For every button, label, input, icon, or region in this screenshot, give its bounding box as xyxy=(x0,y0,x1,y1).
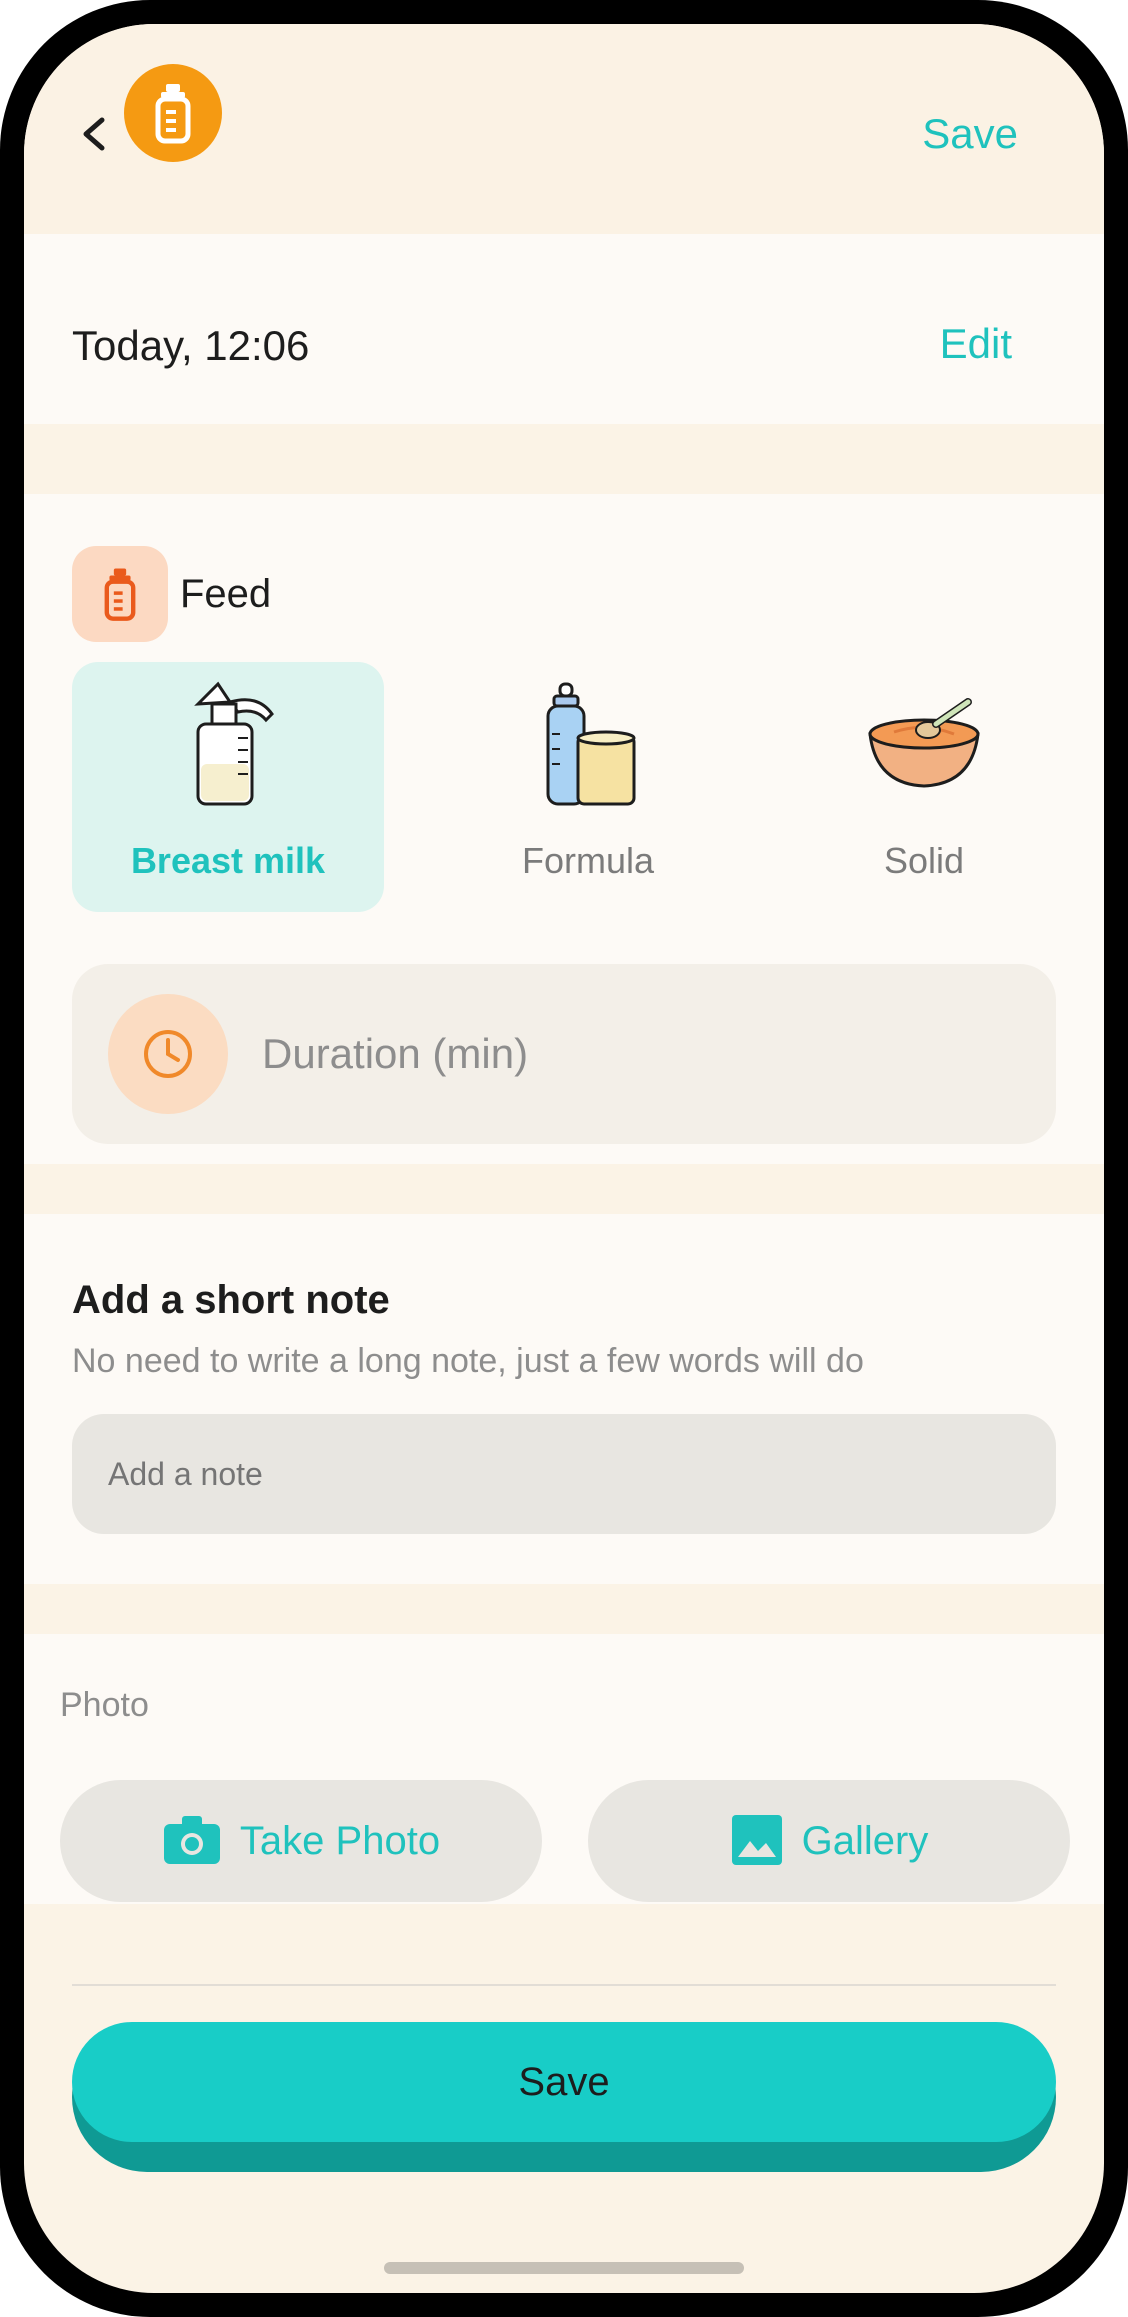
camera-icon xyxy=(162,1814,222,1869)
take-photo-button[interactable]: Take Photo xyxy=(60,1780,542,1902)
gallery-button[interactable]: Gallery xyxy=(588,1780,1070,1902)
datetime-card: Today, 12:06 Edit xyxy=(24,234,1104,424)
header-save-button[interactable]: Save xyxy=(922,110,1018,158)
feed-type-solid[interactable]: Solid xyxy=(768,662,1080,912)
feed-card: Feed Breast milk Formula Solid Duration … xyxy=(24,494,1104,1164)
feed-type-label: Breast milk xyxy=(130,840,326,881)
image-icon xyxy=(730,1813,784,1870)
screen: Save Today, 12:06 Edit Feed Breast milk … xyxy=(24,24,1104,2293)
note-card: Add a short note No need to write a long… xyxy=(24,1214,1104,1584)
entry-datetime: Today, 12:06 xyxy=(72,322,310,369)
baby-bottle-icon xyxy=(72,546,168,642)
duration-placeholder: Duration (min) xyxy=(262,1030,529,1077)
gallery-label: Gallery xyxy=(801,1818,929,1863)
breast-pump-icon xyxy=(72,674,384,824)
bowl-icon xyxy=(768,674,1080,824)
take-photo-label: Take Photo xyxy=(239,1818,441,1863)
save-button-label: Save xyxy=(72,2022,1056,2142)
divider xyxy=(72,1984,1056,1986)
home-indicator xyxy=(384,2262,744,2274)
header: Save xyxy=(24,24,1104,234)
note-title: Add a short note xyxy=(72,1278,390,1322)
feed-type-formula[interactable]: Formula xyxy=(432,662,744,912)
photo-label: Photo xyxy=(60,1686,149,1724)
save-button[interactable]: Save xyxy=(72,2022,1056,2172)
baby-bottle-icon xyxy=(124,64,222,162)
feed-type-label: Solid xyxy=(883,840,965,881)
note-input[interactable] xyxy=(72,1414,1056,1534)
feed-type-breast-milk[interactable]: Breast milk xyxy=(72,662,384,912)
feed-title: Feed xyxy=(180,572,272,616)
formula-icon xyxy=(432,674,744,824)
phone-frame: Save Today, 12:06 Edit Feed Breast milk … xyxy=(0,0,1128,2317)
clock-icon xyxy=(108,994,228,1114)
edit-datetime-button[interactable]: Edit xyxy=(940,320,1012,368)
note-subtitle: No need to write a long note, just a few… xyxy=(72,1342,864,1380)
chevron-left-icon[interactable] xyxy=(74,104,114,164)
photo-card: Photo Take Photo Gallery xyxy=(24,1634,1104,1904)
duration-field[interactable]: Duration (min) xyxy=(72,964,1056,1144)
feed-type-label: Formula xyxy=(521,840,655,881)
